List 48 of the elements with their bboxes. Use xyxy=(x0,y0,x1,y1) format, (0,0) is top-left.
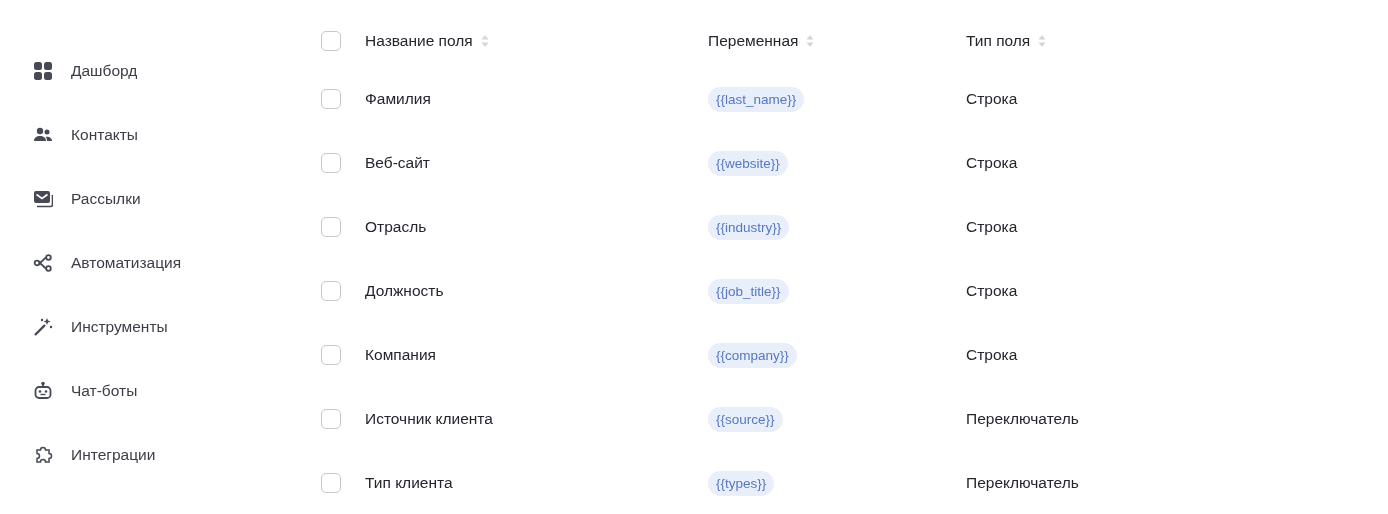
sidebar-item[interactable]: Чат-боты xyxy=(33,359,321,423)
checkbox[interactable] xyxy=(321,409,341,429)
table-cell: Источник клиента xyxy=(365,410,493,427)
sidebar-item[interactable]: Контакты xyxy=(33,103,321,167)
variable-tag: {{types}} xyxy=(708,470,775,496)
variable-tag: {{source}} xyxy=(708,406,783,432)
column-header[interactable]: Переменная xyxy=(708,32,799,50)
table-cell: Переключатель xyxy=(966,410,1079,427)
grid-icon xyxy=(33,61,53,81)
table-cell: Отрасль xyxy=(365,218,427,235)
robot-icon xyxy=(33,381,53,401)
sort-icon[interactable] xyxy=(806,35,815,47)
column-header[interactable]: Название поля xyxy=(365,32,473,50)
variable-tag: {{industry}} xyxy=(708,214,790,240)
table-cell: Строка xyxy=(966,346,1018,363)
table-cell: Переключатель xyxy=(966,474,1079,491)
checkbox[interactable] xyxy=(321,473,341,493)
variable-tag: {{last_name}} xyxy=(708,86,805,112)
table-cell: Компания xyxy=(365,346,436,363)
variable-tag: {{job_title}} xyxy=(708,278,789,304)
sidebar-item[interactable]: Интеграции xyxy=(33,423,321,487)
table-cell: Веб-сайт xyxy=(365,154,430,171)
sort-icon[interactable] xyxy=(1038,35,1047,47)
checkbox[interactable] xyxy=(321,345,341,365)
table-cell: Строка xyxy=(966,282,1018,299)
variable-tag: {{website}} xyxy=(708,150,788,176)
table-cell: Строка xyxy=(966,90,1018,107)
checkbox[interactable] xyxy=(321,217,341,237)
sidebar-item[interactable]: Инструменты xyxy=(33,295,321,359)
sidebar-item[interactable]: Дашборд xyxy=(33,39,321,103)
table-cell: Должность xyxy=(365,282,444,299)
puzzle-icon xyxy=(33,445,53,465)
variable-tag: {{company}} xyxy=(708,342,797,368)
column-header[interactable]: Тип поля xyxy=(966,32,1031,50)
checkbox[interactable] xyxy=(321,281,341,301)
magic-wand-icon xyxy=(33,317,53,337)
sidebar-item[interactable]: Рассылки xyxy=(33,167,321,231)
checkbox[interactable] xyxy=(321,31,341,51)
table-cell: Тип клиента xyxy=(365,474,453,491)
checkbox[interactable] xyxy=(321,153,341,173)
sidebar-item[interactable]: Автоматизация xyxy=(33,231,321,295)
share-nodes-icon xyxy=(33,253,53,273)
table-cell: Строка xyxy=(966,154,1018,171)
sort-icon[interactable] xyxy=(480,35,489,47)
mail-icon xyxy=(33,189,53,209)
table-cell: Строка xyxy=(966,218,1018,235)
checkbox[interactable] xyxy=(321,89,341,109)
table-cell: Фамилия xyxy=(365,90,431,107)
